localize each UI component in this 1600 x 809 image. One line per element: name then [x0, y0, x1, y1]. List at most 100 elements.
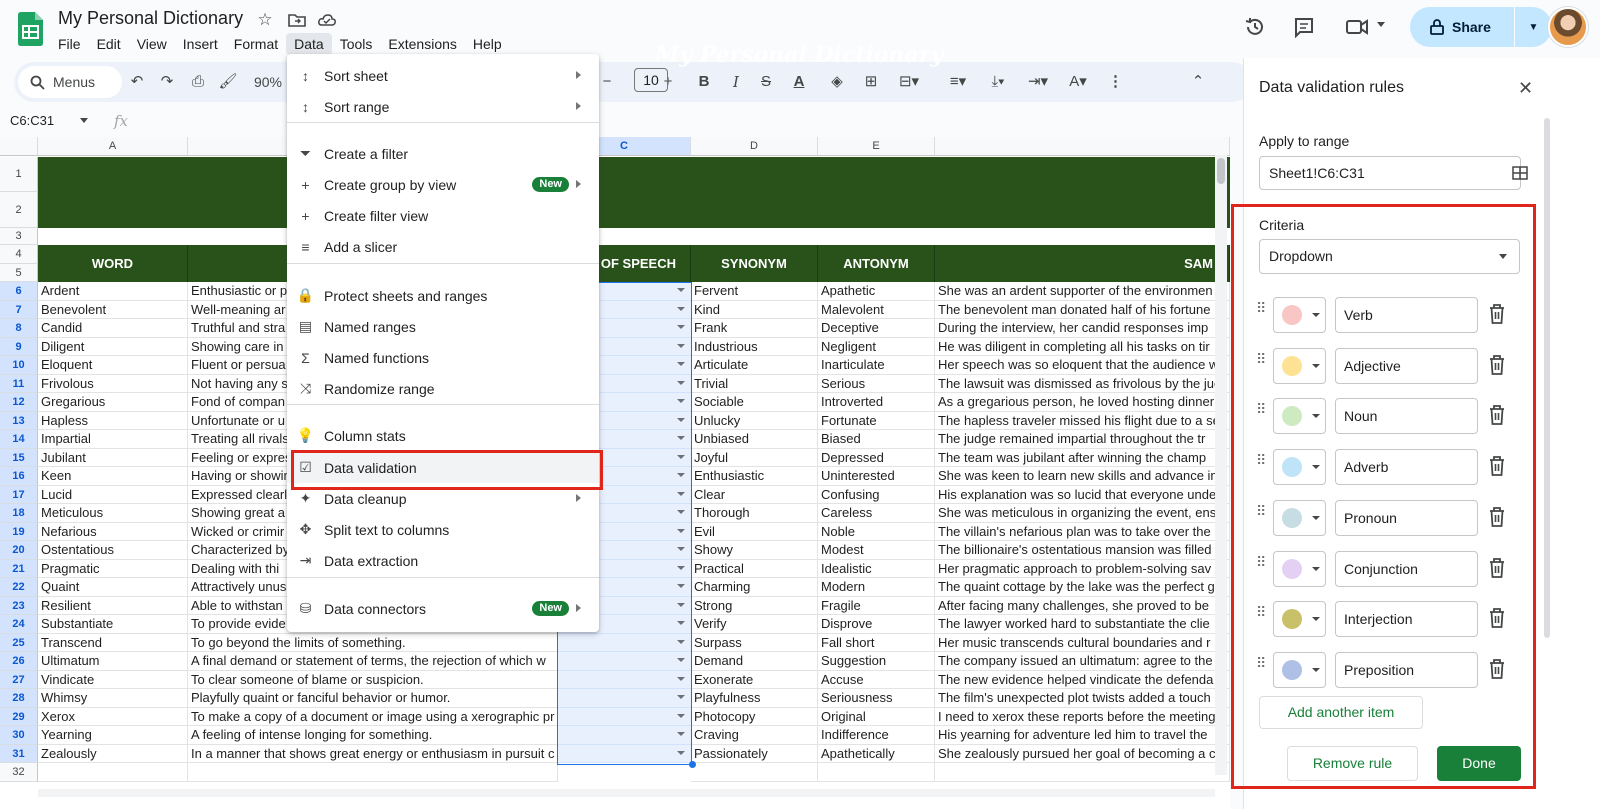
- cell-synonym[interactable]: Verify: [691, 615, 818, 634]
- cell-synonym[interactable]: Passionately: [691, 744, 818, 763]
- cell-sample[interactable]: The lawsuit was dismissed as frivolous b…: [935, 374, 1230, 393]
- cell-antonym[interactable]: Apathetically: [818, 744, 935, 763]
- cell-sample[interactable]: He was diligent in completing all his ta…: [935, 337, 1230, 356]
- row-header[interactable]: 27: [0, 670, 38, 689]
- header-synonym[interactable]: SYNONYM: [691, 245, 818, 282]
- cell-synonym[interactable]: Surpass: [691, 633, 818, 652]
- cell-antonym[interactable]: Introverted: [818, 393, 935, 412]
- cell-word[interactable]: Quaint: [38, 578, 188, 597]
- cell-sample[interactable]: The quaint cottage by the lake was the p…: [935, 578, 1230, 597]
- cell-antonym[interactable]: Depressed: [818, 448, 935, 467]
- cell-word[interactable]: Substantiate: [38, 615, 188, 634]
- row-header[interactable]: 23: [0, 596, 38, 615]
- row-header[interactable]: 14: [0, 430, 38, 449]
- cell-word[interactable]: Lucid: [38, 485, 188, 504]
- cell-definition[interactable]: Playfully quaint or fanciful behavior or…: [188, 689, 558, 708]
- cell-synonym[interactable]: Enthusiastic: [691, 467, 818, 486]
- cell-antonym[interactable]: Careless: [818, 504, 935, 523]
- cell-sample[interactable]: His yearning for adventure led him to tr…: [935, 726, 1230, 745]
- cell-word[interactable]: Zealously: [38, 744, 188, 763]
- row-header[interactable]: 3: [0, 228, 38, 245]
- cell-synonym[interactable]: Industrious: [691, 337, 818, 356]
- row-header[interactable]: 29: [0, 707, 38, 726]
- panel-scrollbar[interactable]: [1544, 118, 1550, 638]
- cell-synonym[interactable]: Joyful: [691, 448, 818, 467]
- cell-synonym[interactable]: Craving: [691, 726, 818, 745]
- cell-definition[interactable]: To make a copy of a document or image us…: [188, 707, 558, 726]
- cell-sample[interactable]: The judge remained impartial throughout …: [935, 430, 1230, 449]
- cell-word[interactable]: Yearning: [38, 726, 188, 745]
- cell-sample[interactable]: The team was jubilant after winning the …: [935, 448, 1230, 467]
- cell-word[interactable]: Vindicate: [38, 670, 188, 689]
- menu-item-data-connectors[interactable]: ⛁ Data connectors New: [287, 593, 599, 624]
- menu-item-create-a-filter[interactable]: ⏷ Create a filter: [287, 138, 599, 169]
- empty-cell[interactable]: [188, 763, 558, 782]
- row-header[interactable]: 17: [0, 485, 38, 504]
- cell-synonym[interactable]: Unlucky: [691, 411, 818, 430]
- row-header[interactable]: 5: [0, 264, 38, 282]
- cell-sample[interactable]: She zealously pursued her goal of becomi…: [935, 744, 1230, 763]
- row-header[interactable]: 7: [0, 300, 38, 319]
- cell-sample[interactable]: The film's unexpected plot twists added …: [935, 689, 1230, 708]
- menu-item-data-extraction[interactable]: ⇥ Data extraction: [287, 545, 599, 576]
- cell-antonym[interactable]: Malevolent: [818, 300, 935, 319]
- row-header[interactable]: 13: [0, 411, 38, 430]
- cell-word[interactable]: Meticulous: [38, 504, 188, 523]
- cell-sample[interactable]: She was meticulous in organizing the eve…: [935, 504, 1230, 523]
- grid-scroll-thumb[interactable]: [1217, 158, 1225, 184]
- empty-cell[interactable]: [818, 763, 935, 782]
- column-header-f[interactable]: [935, 137, 1230, 156]
- row-header[interactable]: 18: [0, 504, 38, 523]
- cell-definition[interactable]: To go beyond the limits of something.: [188, 633, 558, 652]
- menu-item-create-group-by-view[interactable]: + Create group by view New: [287, 169, 599, 200]
- row-header[interactable]: 12: [0, 393, 38, 412]
- cell-synonym[interactable]: Photocopy: [691, 707, 818, 726]
- row-header[interactable]: 2: [0, 192, 38, 228]
- row-header[interactable]: 21: [0, 559, 38, 578]
- empty-cell[interactable]: [38, 763, 188, 782]
- row-header[interactable]: 8: [0, 319, 38, 338]
- column-header-a[interactable]: A: [38, 137, 188, 156]
- cell-antonym[interactable]: Uninterested: [818, 467, 935, 486]
- cell-definition[interactable]: A feeling of intense longing for somethi…: [188, 726, 558, 745]
- cell-synonym[interactable]: Clear: [691, 485, 818, 504]
- cell-antonym[interactable]: Accuse: [818, 670, 935, 689]
- cell-antonym[interactable]: Negligent: [818, 337, 935, 356]
- spreadsheet-grid[interactable]: A B C D E 123456789101112131415161718192…: [0, 137, 1230, 809]
- cell-antonym[interactable]: Modern: [818, 578, 935, 597]
- row-header[interactable]: 31: [0, 744, 38, 763]
- cell-word[interactable]: Benevolent: [38, 300, 188, 319]
- cell-sample[interactable]: She was an ardent supporter of the envir…: [935, 282, 1230, 301]
- cell-sample[interactable]: The new evidence helped vindicate the de…: [935, 670, 1230, 689]
- cell-word[interactable]: Pragmatic: [38, 559, 188, 578]
- menu-item-named-functions[interactable]: Σ Named functions: [287, 342, 599, 373]
- name-box[interactable]: C6:C31: [10, 113, 94, 133]
- row-header[interactable]: 1: [0, 157, 38, 192]
- cell-sample[interactable]: Her music transcends cultural boundaries…: [935, 633, 1230, 652]
- cell-definition[interactable]: To clear someone of blame or suspicion.: [188, 670, 558, 689]
- cell-synonym[interactable]: Fervent: [691, 282, 818, 301]
- row-header[interactable]: 15: [0, 448, 38, 467]
- cell-sample[interactable]: The benevolent man donated half of his f…: [935, 300, 1230, 319]
- menu-item-protect-sheets-and-ranges[interactable]: 🔒 Protect sheets and ranges: [287, 280, 599, 311]
- column-header-e[interactable]: E: [818, 137, 935, 156]
- cell-antonym[interactable]: Biased: [818, 430, 935, 449]
- row-header[interactable]: 22: [0, 578, 38, 597]
- cell-antonym[interactable]: Modest: [818, 541, 935, 560]
- row-header[interactable]: 16: [0, 467, 38, 486]
- cell-sample[interactable]: Her pragmatic approach to problem-solvin…: [935, 559, 1230, 578]
- cell-word[interactable]: Keen: [38, 467, 188, 486]
- menu-item-sort-range[interactable]: ↕ Sort range: [287, 91, 599, 122]
- header-antonym[interactable]: ANTONYM: [818, 245, 935, 282]
- cell-definition[interactable]: A final demand or statement of terms, th…: [188, 652, 558, 671]
- cell-sample[interactable]: The billionaire's ostentatious mansion w…: [935, 541, 1230, 560]
- cell-antonym[interactable]: Suggestion: [818, 652, 935, 671]
- cell-synonym[interactable]: Trivial: [691, 374, 818, 393]
- row-header[interactable]: 24: [0, 615, 38, 634]
- row-header[interactable]: 6: [0, 282, 38, 301]
- cell-word[interactable]: Jubilant: [38, 448, 188, 467]
- cell-synonym[interactable]: Frank: [691, 319, 818, 338]
- cell-sample[interactable]: The hapless traveler missed his flight d…: [935, 411, 1230, 430]
- selection-fill-handle[interactable]: [689, 761, 696, 768]
- cell-sample[interactable]: Her speech was so eloquent that the audi…: [935, 356, 1230, 375]
